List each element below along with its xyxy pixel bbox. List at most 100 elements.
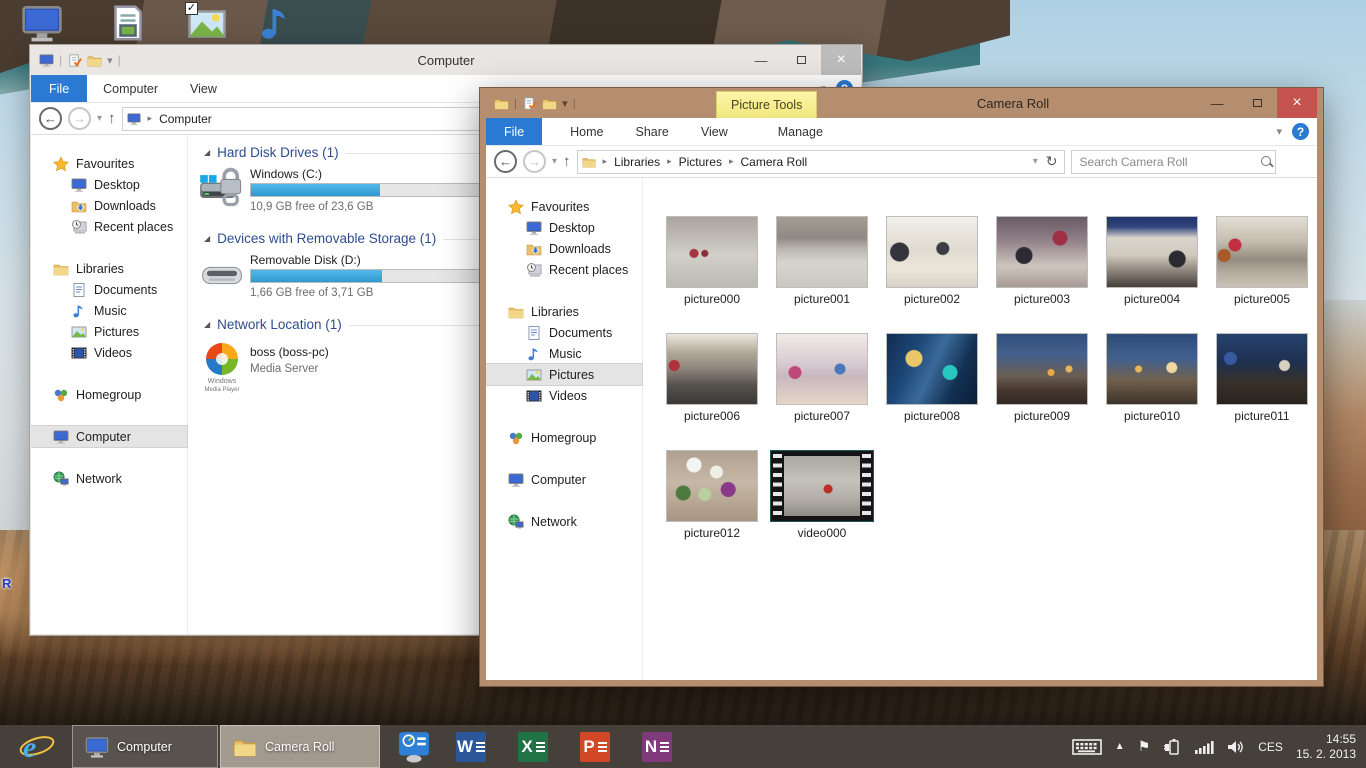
- internet-explorer-icon[interactable]: [16, 729, 58, 765]
- collapse-triangle-icon[interactable]: ◢: [204, 234, 210, 243]
- new-folder-icon[interactable]: [542, 96, 557, 111]
- file-item[interactable]: picture003: [992, 216, 1092, 306]
- action-center-flag-icon[interactable]: ⚑: [1138, 738, 1151, 755]
- drive-d-name[interactable]: Removable Disk (D:): [250, 253, 361, 267]
- sidebar-item-libraries[interactable]: Libraries: [31, 258, 187, 279]
- file-item[interactable]: picture000: [662, 216, 762, 306]
- file-item[interactable]: picture002: [882, 216, 982, 306]
- file-item[interactable]: picture012: [662, 450, 762, 540]
- tab-home[interactable]: Home: [554, 118, 619, 145]
- tab-manage[interactable]: Manage: [762, 118, 839, 145]
- breadcrumb-libraries[interactable]: Libraries: [614, 155, 660, 169]
- sidebar-item-network[interactable]: Network: [486, 511, 642, 532]
- customize-qat-chevron-icon[interactable]: ▾: [562, 97, 568, 110]
- address-dropdown-chevron-icon[interactable]: ▾: [1033, 156, 1038, 167]
- forward-button[interactable]: →: [68, 107, 91, 130]
- drive-c-name[interactable]: Windows (C:): [250, 167, 322, 181]
- sidebar-item-videos[interactable]: Videos: [486, 385, 642, 406]
- ribbon-expand-chevron-icon[interactable]: ▾: [1276, 125, 1282, 138]
- sidebar-item-documents[interactable]: Documents: [31, 279, 187, 300]
- sidebar-item-desktop[interactable]: Desktop: [486, 217, 642, 238]
- network-signal-icon[interactable]: [1194, 739, 1214, 755]
- file-item[interactable]: picture001: [772, 216, 872, 306]
- address-field[interactable]: ▸ Libraries ▸ Pictures ▸ Camera Roll ▾ ↻: [576, 149, 1065, 174]
- refresh-icon[interactable]: ↻: [1046, 153, 1058, 170]
- tab-file[interactable]: File: [31, 75, 88, 102]
- sidebar-item-homegroup[interactable]: Homegroup: [486, 427, 642, 448]
- help-icon[interactable]: ?: [1292, 123, 1309, 140]
- recent-locations-chevron-icon[interactable]: ▾: [97, 113, 102, 124]
- file-item[interactable]: picture008: [882, 333, 982, 423]
- file-item[interactable]: picture006: [662, 333, 762, 423]
- close-button[interactable]: ×: [821, 45, 861, 75]
- up-button[interactable]: ↑: [563, 153, 571, 170]
- sidebar-item-libraries[interactable]: Libraries: [486, 301, 642, 322]
- sidebar-item-videos[interactable]: Videos: [31, 342, 187, 363]
- file-item[interactable]: picture009: [992, 333, 1092, 423]
- tab-view[interactable]: View: [174, 75, 233, 102]
- touch-keyboard-icon[interactable]: [1072, 738, 1102, 756]
- properties-icon[interactable]: [522, 96, 537, 111]
- breadcrumb-camera-roll[interactable]: Camera Roll: [741, 155, 808, 169]
- excel-icon[interactable]: X: [518, 731, 548, 762]
- minimize-button[interactable]: —: [1197, 88, 1237, 118]
- recent-locations-chevron-icon[interactable]: ▾: [552, 156, 557, 167]
- file-item[interactable]: picture007: [772, 333, 872, 423]
- minimize-button[interactable]: —: [741, 45, 781, 75]
- network-item-name[interactable]: boss (boss-pc): [250, 345, 329, 359]
- sidebar-item-computer[interactable]: Computer: [486, 469, 642, 490]
- back-button[interactable]: ←: [39, 107, 62, 130]
- up-button[interactable]: ↑: [108, 110, 116, 127]
- sidebar-item-computer[interactable]: Computer: [31, 425, 188, 448]
- sidebar-item-recent-places[interactable]: Recent places: [486, 259, 642, 280]
- drive-c-icon[interactable]: [198, 165, 246, 207]
- sidebar-item-pictures[interactable]: Pictures: [31, 321, 187, 342]
- display-settings-icon[interactable]: [398, 731, 430, 763]
- desktop-icon-checkbox[interactable]: ✓: [185, 2, 198, 15]
- sidebar-item-recent-places[interactable]: Recent places: [31, 216, 187, 237]
- file-item[interactable]: picture005: [1212, 216, 1312, 306]
- sidebar-item-network[interactable]: Network: [31, 468, 187, 489]
- sidebar-item-downloads[interactable]: Downloads: [31, 195, 187, 216]
- language-indicator[interactable]: CES: [1258, 740, 1283, 754]
- maximize-button[interactable]: [781, 45, 821, 75]
- onenote-icon[interactable]: N: [642, 731, 672, 762]
- collapse-triangle-icon[interactable]: ◢: [204, 320, 210, 329]
- tab-computer[interactable]: Computer: [87, 75, 174, 102]
- customize-qat-chevron-icon[interactable]: ▾: [107, 54, 113, 67]
- word-icon[interactable]: W: [456, 731, 486, 762]
- breadcrumb-pictures[interactable]: Pictures: [679, 155, 722, 169]
- back-button[interactable]: ←: [494, 150, 517, 173]
- sidebar-item-documents[interactable]: Documents: [486, 322, 642, 343]
- taskbar-button-camera-roll[interactable]: Camera Roll: [220, 725, 380, 768]
- sidebar-item-music[interactable]: Music: [31, 300, 187, 321]
- search-input[interactable]: [1070, 149, 1276, 174]
- power-icon[interactable]: [1163, 738, 1181, 756]
- sidebar-item-pictures[interactable]: Pictures: [486, 363, 643, 386]
- search-icon[interactable]: [1260, 155, 1274, 169]
- tab-file[interactable]: File: [486, 118, 543, 145]
- desktop-icon-document[interactable]: [108, 2, 148, 44]
- file-item[interactable]: picture011: [1212, 333, 1312, 423]
- tab-view[interactable]: View: [685, 118, 744, 145]
- collapse-triangle-icon[interactable]: ◢: [204, 148, 210, 157]
- tab-share[interactable]: Share: [620, 118, 685, 145]
- new-folder-icon[interactable]: [87, 53, 102, 68]
- sidebar-item-downloads[interactable]: Downloads: [486, 238, 642, 259]
- desktop-icon-music[interactable]: [256, 2, 296, 44]
- file-item[interactable]: video000: [767, 450, 877, 540]
- taskbar-button-computer[interactable]: Computer: [72, 725, 218, 768]
- sidebar-item-favourites[interactable]: Favourites: [486, 196, 642, 217]
- sidebar-item-music[interactable]: Music: [486, 343, 642, 364]
- close-button[interactable]: ×: [1277, 88, 1317, 118]
- sidebar-item-desktop[interactable]: Desktop: [31, 174, 187, 195]
- sidebar-item-homegroup[interactable]: Homegroup: [31, 384, 187, 405]
- powerpoint-icon[interactable]: P: [580, 731, 610, 762]
- show-hidden-icons-icon[interactable]: ▲: [1115, 741, 1125, 752]
- properties-icon[interactable]: [67, 53, 82, 68]
- contextual-tab-picture-tools[interactable]: Picture Tools: [716, 91, 818, 118]
- desktop-icon-computer[interactable]: [20, 2, 64, 44]
- drive-d-icon[interactable]: [200, 261, 244, 289]
- volume-icon[interactable]: [1227, 739, 1245, 755]
- forward-button[interactable]: →: [523, 150, 546, 173]
